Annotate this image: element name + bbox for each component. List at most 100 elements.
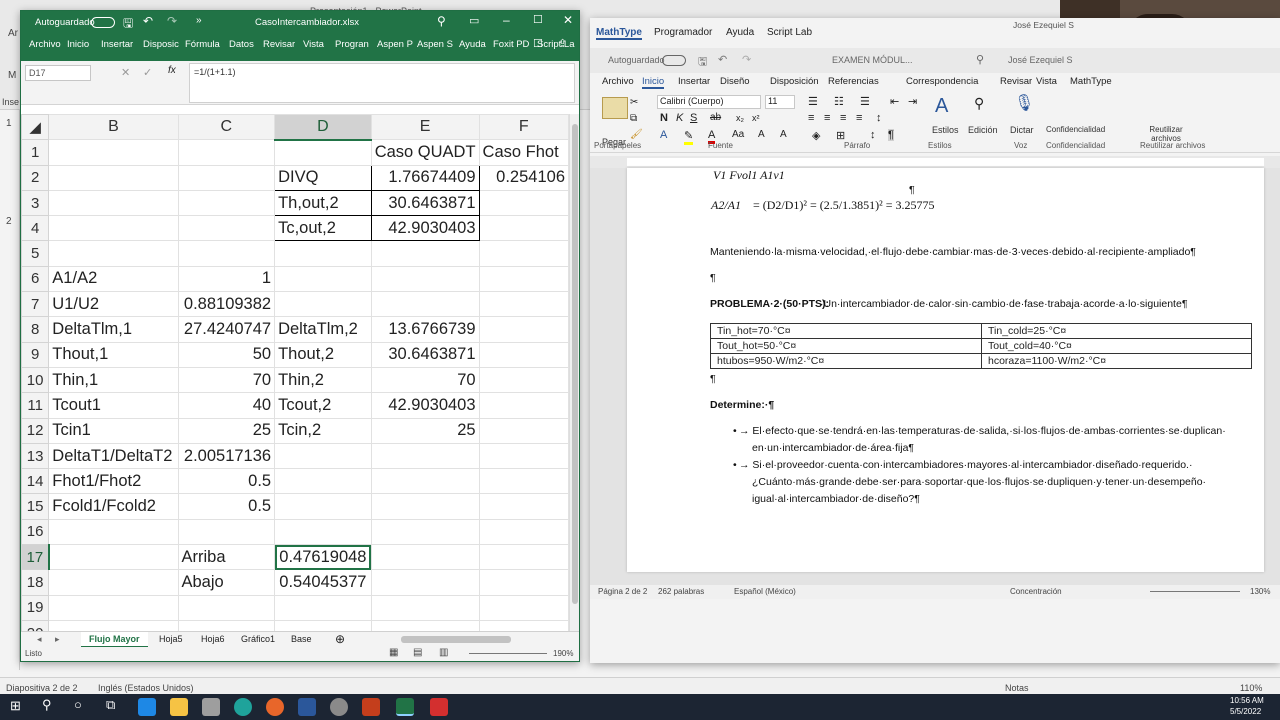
column-header-e[interactable]: E [370, 114, 480, 141]
row-header[interactable]: 16 [21, 518, 50, 546]
excel-autosave-toggle[interactable] [91, 17, 115, 28]
cell-e14[interactable] [370, 468, 480, 495]
cell-c18[interactable]: Abajo [177, 569, 276, 596]
word-save-icon[interactable]: 🖫 [698, 53, 707, 72]
status-language[interactable]: Español (México) [734, 587, 796, 596]
editing-button[interactable]: Edición [968, 125, 998, 135]
cell-b18[interactable] [48, 569, 179, 596]
cell-d2[interactable]: DIVQ [274, 164, 372, 191]
sheet-tab-hoja5[interactable]: Hoja5 [159, 634, 183, 644]
cell-f11[interactable] [478, 392, 569, 419]
cell-b4[interactable] [48, 215, 179, 242]
tab-mathtype[interactable]: MathType [596, 27, 642, 40]
cell-f19[interactable] [478, 594, 569, 621]
cell-b19[interactable] [48, 594, 179, 621]
vertical-scroll-thumb[interactable] [572, 124, 578, 604]
edit-search-icon[interactable]: ⚲ [974, 95, 984, 112]
font-size-select[interactable]: 11 [765, 95, 795, 109]
row-header[interactable]: 1 [21, 139, 50, 166]
cell-c4[interactable] [177, 215, 276, 242]
cell-f7[interactable] [478, 291, 569, 318]
cell-c19[interactable] [177, 594, 276, 621]
cell-c14[interactable]: 0.5 [177, 468, 276, 495]
cell-d16[interactable] [274, 518, 372, 546]
name-box[interactable]: D17 [25, 65, 91, 81]
cell-f4[interactable] [478, 215, 569, 242]
highlight-icon[interactable]: ✎ [684, 129, 694, 145]
excel-menu-inicio[interactable]: Inicio [67, 39, 89, 50]
ppt-notes-button[interactable]: Notas [1005, 683, 1029, 693]
clock-date[interactable]: 5/5/2022 [1230, 707, 1261, 716]
font-grow-icon[interactable]: Aa [732, 129, 744, 140]
excel-save-icon[interactable]: 🖫 [123, 14, 133, 35]
cell-e15[interactable] [370, 493, 480, 520]
cell-b7[interactable]: U1/U2 [48, 291, 179, 318]
cell-b13[interactable]: DeltaT1/DeltaT2 [48, 442, 179, 470]
numbering-icon[interactable]: ☷ [834, 95, 844, 108]
cell-d9[interactable]: Thout,2 [274, 341, 372, 368]
cell-e6[interactable] [370, 265, 480, 293]
align-left-icon[interactable]: ≡ [808, 112, 814, 124]
cell-b12[interactable]: Tcin1 [48, 417, 179, 444]
cell-b5[interactable] [48, 240, 179, 267]
comments-icon[interactable]: ☐ [533, 37, 543, 50]
font-name-select[interactable]: Calibri (Cuerpo) [657, 95, 761, 109]
word-menu-referencias[interactable]: Referencias [828, 76, 879, 87]
column-header-c[interactable]: C [177, 114, 276, 141]
clock-time[interactable]: 10:56 AM [1230, 696, 1264, 705]
confidentiality-button[interactable]: Confidencialidad [1046, 125, 1105, 134]
cell-c17[interactable]: Arriba [177, 544, 276, 571]
cell-f17[interactable] [478, 544, 569, 571]
cell-e10[interactable]: 70 [370, 366, 480, 394]
cut-icon[interactable]: ✂ [630, 97, 638, 108]
cell-e11[interactable]: 42.9030403 [370, 392, 480, 419]
page-layout-icon[interactable]: ▤ [413, 647, 422, 658]
cell-f2[interactable]: 0.254106 [478, 164, 569, 191]
bullets-icon[interactable]: ☰ [808, 95, 818, 108]
strikethrough-icon[interactable]: ab [710, 112, 721, 123]
excel-menu-vista[interactable]: Vista [303, 39, 324, 50]
word-menu-revisar[interactable]: Revisar [1000, 76, 1032, 87]
cell-f16[interactable] [478, 518, 569, 546]
accept-formula-icon[interactable]: ✓ [143, 66, 152, 79]
word-undo-icon[interactable]: ↶ [718, 53, 727, 66]
cell-e18[interactable] [370, 569, 480, 596]
cell-d15[interactable] [274, 493, 372, 520]
show-marks-icon[interactable]: ¶ [888, 129, 894, 141]
minimize-icon[interactable]: – [503, 13, 510, 27]
cell-c6[interactable]: 1 [177, 265, 276, 293]
edge-icon[interactable] [234, 698, 252, 716]
word-menu-archivo[interactable]: Archivo [602, 76, 634, 87]
tab-ayuda[interactable]: Ayuda [726, 27, 754, 38]
align-center-icon[interactable]: ≡ [824, 112, 830, 124]
cell-d19[interactable] [274, 594, 372, 621]
sort-icon[interactable]: ↕ [870, 129, 876, 141]
cell-c10[interactable]: 70 [177, 366, 276, 394]
excel-menu-f-rmula[interactable]: Fórmula [185, 39, 220, 50]
cell-d17[interactable]: 0.47619048 [274, 544, 372, 571]
row-header[interactable]: 9 [21, 341, 50, 368]
cancel-formula-icon[interactable]: ✕ [121, 66, 130, 79]
cortana-icon[interactable]: ○ [74, 697, 82, 712]
cell-d3[interactable]: Th,out,2 [274, 189, 372, 217]
cell-c9[interactable]: 50 [177, 341, 276, 368]
excel-zoom-slider[interactable] [469, 653, 547, 654]
sheet-tab-grafico1[interactable]: Gráfico1 [241, 634, 275, 644]
microphone-icon[interactable]: 🎙 [1014, 93, 1034, 113]
app-a-icon[interactable] [202, 698, 220, 716]
excel-menu-datos[interactable]: Datos [229, 39, 254, 50]
ppt-status-language[interactable]: Inglés (Estados Unidos) [98, 683, 194, 693]
row-header[interactable]: 13 [21, 442, 50, 470]
maximize-icon[interactable]: ☐ [533, 13, 543, 26]
cell-d18[interactable]: 0.54045377 [274, 569, 372, 596]
cell-d5[interactable] [274, 240, 372, 267]
word-search-icon[interactable]: ⚲ [976, 53, 984, 66]
format-painter-icon[interactable]: 🖌 [630, 129, 643, 140]
clear-format-icon[interactable]: A [780, 129, 787, 140]
row-header[interactable]: 14 [21, 468, 50, 495]
normal-view-icon[interactable]: ▦ [389, 647, 398, 658]
multilevel-list-icon[interactable]: ☰ [860, 95, 870, 108]
cell-b10[interactable]: Thin,1 [48, 366, 179, 394]
row-header[interactable]: 18 [21, 569, 50, 596]
cell-c13[interactable]: 2.00517136 [177, 442, 276, 470]
